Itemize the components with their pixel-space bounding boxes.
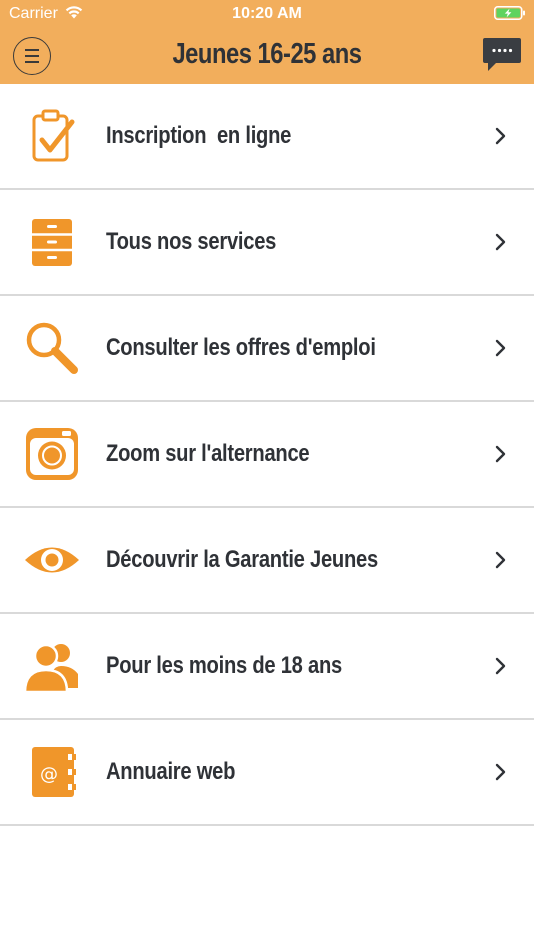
menu-item-inscription[interactable]: Inscription en ligne: [0, 84, 534, 190]
chevron-right-icon: [495, 763, 506, 781]
menu-item-services[interactable]: Tous nos services: [0, 190, 534, 296]
chevron-right-icon: [495, 657, 506, 675]
navigation-bar: Jeunes 16-25 ans: [0, 28, 534, 84]
menu-item-label: Découvrir la Garantie Jeunes: [106, 546, 378, 573]
menu-item-label: Tous nos services: [106, 228, 277, 255]
menu-item-label: Zoom sur l'alternance: [106, 440, 310, 467]
eye-icon: [25, 547, 79, 573]
menu-item-alternance[interactable]: Zoom sur l'alternance: [0, 402, 534, 508]
menu-button[interactable]: [13, 37, 51, 75]
app-screen: Carrier 10:20 AM Jeunes 16-25 ans Inscri…: [0, 0, 534, 950]
menu-item-job-offers[interactable]: Consulter les offres d'emploi: [0, 296, 534, 402]
filing-cabinet-icon: [32, 219, 72, 266]
magnifier-icon: [26, 322, 78, 374]
app-header: Carrier 10:20 AM Jeunes 16-25 ans: [0, 0, 534, 84]
users-icon: [24, 643, 78, 694]
menu-item-label: Annuaire web: [106, 758, 236, 785]
status-time: 10:20 AM: [232, 5, 302, 22]
chevron-right-icon: [495, 445, 506, 463]
menu-item-label: Pour les moins de 18 ans: [106, 652, 342, 679]
menu-item-moins-18[interactable]: Pour les moins de 18 ans: [0, 614, 534, 720]
chevron-right-icon: [495, 551, 506, 569]
camera-icon: [26, 428, 78, 480]
menu-item-garantie-jeunes[interactable]: Découvrir la Garantie Jeunes: [0, 508, 534, 614]
chat-button[interactable]: [482, 37, 522, 73]
chevron-right-icon: [495, 233, 506, 251]
svg-text:@: @: [40, 764, 58, 785]
clipboard-check-icon: [32, 109, 75, 162]
page-title: Jeunes 16-25 ans: [172, 38, 362, 70]
status-bar: Carrier 10:20 AM: [0, 0, 534, 28]
menu-item-label: Consulter les offres d'emploi: [106, 334, 376, 361]
chat-bubble-icon: [483, 38, 521, 71]
address-book-icon: @: [32, 747, 76, 797]
battery-charging-icon: [494, 6, 525, 20]
menu-item-label: Inscription en ligne: [106, 122, 292, 149]
menu-item-annuaire-web[interactable]: @ Annuaire web: [0, 720, 534, 826]
chevron-right-icon: [495, 127, 506, 145]
chevron-right-icon: [495, 339, 506, 357]
